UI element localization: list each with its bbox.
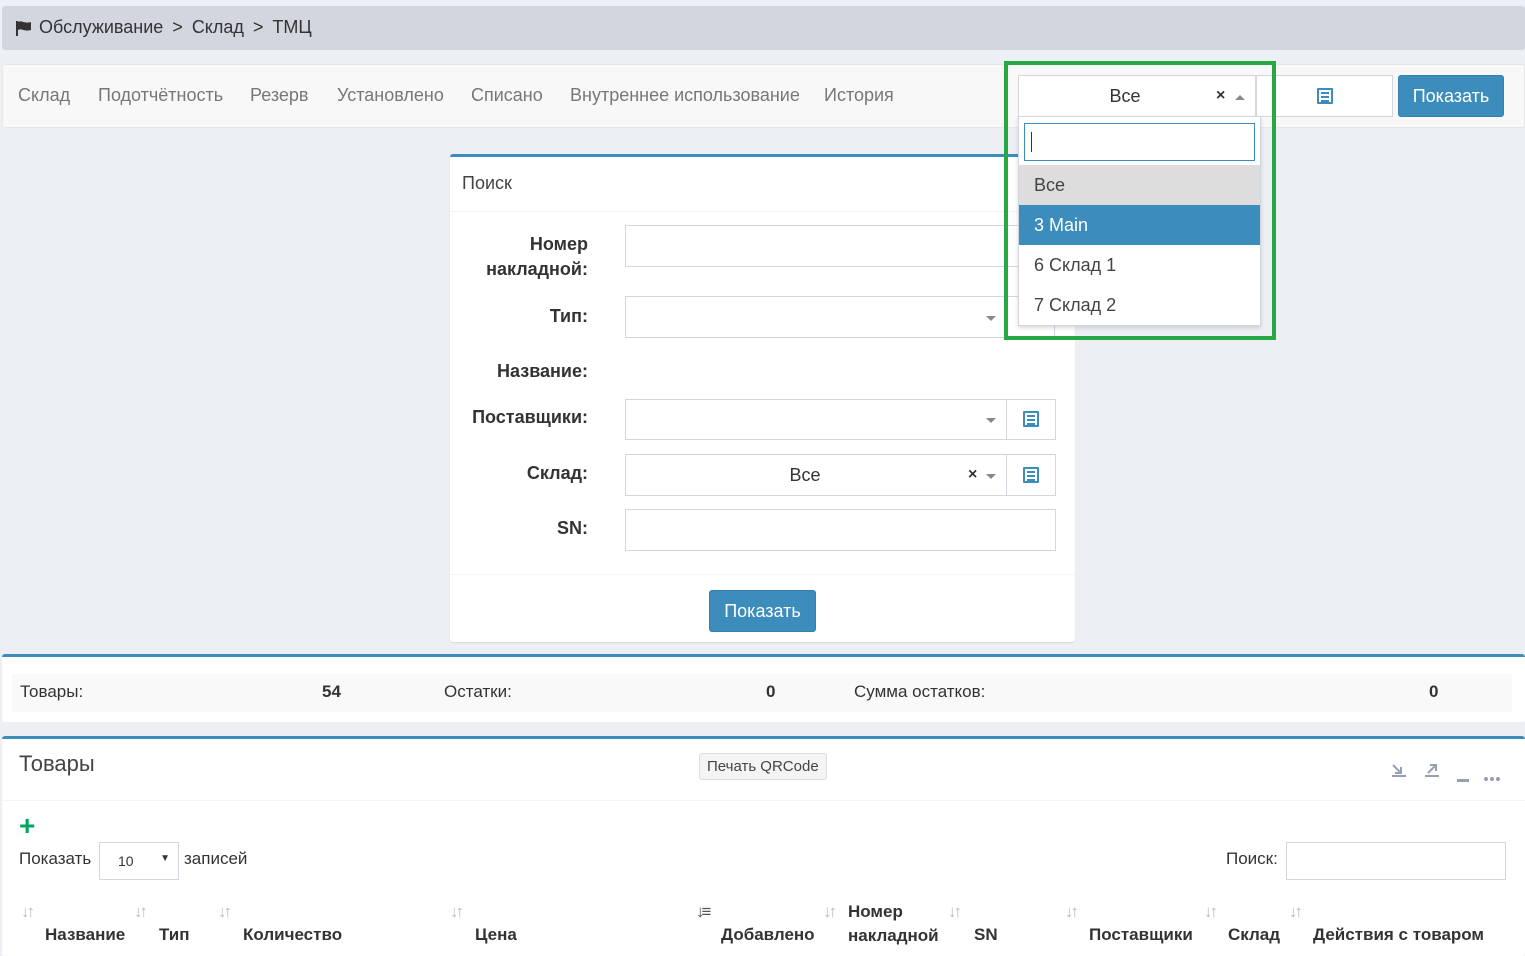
page-length-value: 10 — [118, 853, 134, 869]
column-header-suppliers[interactable]: Поставщики — [1089, 925, 1193, 945]
table-search-input[interactable] — [1286, 842, 1506, 880]
import-icon[interactable] — [1391, 763, 1407, 780]
tab-history[interactable]: История — [824, 85, 894, 106]
column-header-price[interactable]: Цена — [475, 925, 517, 945]
warehouse-label: Склад: — [526, 463, 588, 483]
breadcrumb: Обслуживание > Склад > ТМЦ — [2, 6, 1525, 50]
caret-down-icon: ▼ — [160, 853, 170, 864]
goods-label: Товары: — [20, 682, 84, 701]
clear-selection-icon[interactable]: × — [1216, 87, 1225, 105]
add-item-icon[interactable]: + — [19, 812, 35, 840]
sort-icon[interactable]: ↓↑ — [450, 902, 464, 922]
list-icon — [1317, 88, 1333, 104]
column-header-actions[interactable]: Действия с товаром — [1313, 925, 1484, 945]
table-search-label: Поиск: — [1226, 849, 1278, 868]
sort-icon[interactable]: ↓↑ — [1065, 902, 1079, 922]
breadcrumb-separator: > — [252, 17, 264, 37]
sn-label: SN: — [557, 518, 588, 538]
breadcrumb-item-warehouse[interactable]: Склад — [192, 17, 244, 38]
column-header-name[interactable]: Название — [45, 925, 125, 945]
type-label: Тип: — [549, 306, 588, 326]
top-warehouse-list-button[interactable] — [1256, 75, 1393, 117]
dropdown-option-main[interactable]: 3 Main — [1019, 205, 1260, 245]
sort-icon[interactable]: ↓↑ — [948, 902, 962, 922]
sn-input[interactable] — [625, 509, 1056, 551]
column-header-sn[interactable]: SN — [974, 925, 998, 945]
type-select[interactable] — [625, 296, 1055, 338]
sort-icon[interactable]: ↓↑ — [21, 902, 35, 922]
column-header-warehouse[interactable]: Склад — [1228, 925, 1280, 945]
dropdown-option-warehouse-2[interactable]: 7 Склад 2 — [1019, 285, 1260, 325]
top-show-button[interactable]: Показать — [1398, 75, 1504, 117]
products-title: Товары — [19, 751, 95, 776]
dropdown-option-all[interactable]: Все — [1019, 165, 1260, 205]
sort-icon[interactable]: ↓↑ — [1289, 902, 1303, 922]
records-label: записей — [184, 849, 248, 868]
collapse-icon[interactable] — [1457, 769, 1469, 785]
caret-down-icon — [986, 418, 996, 423]
more-icon[interactable] — [1484, 768, 1500, 784]
suppliers-label: Поставщики: — [472, 407, 588, 427]
column-header-quantity[interactable]: Количество — [243, 925, 342, 945]
sum-remains-label: Сумма остатков: — [854, 682, 986, 701]
tab-installed[interactable]: Установлено — [337, 85, 444, 106]
top-warehouse-value: Все — [1109, 86, 1141, 106]
dropdown-option-warehouse-1[interactable]: 6 Склад 1 — [1019, 245, 1260, 285]
column-header-added[interactable]: Добавлено — [721, 925, 815, 945]
clear-selection-icon[interactable]: × — [968, 466, 977, 484]
breadcrumb-item-tmc: ТМЦ — [272, 17, 312, 37]
list-icon — [1023, 467, 1039, 483]
caret-down-icon — [986, 316, 996, 321]
dropdown-search-input[interactable] — [1024, 123, 1255, 161]
products-panel: Товары Печать QRCode + Показать 10 ▼ зап… — [2, 736, 1525, 956]
invoice-number-label: Номер накладной: — [486, 234, 588, 279]
sort-icon[interactable]: ↓↑ — [218, 902, 232, 922]
suppliers-select[interactable] — [625, 399, 1007, 440]
warehouse-list-button[interactable] — [1006, 454, 1056, 496]
export-icon[interactable] — [1424, 763, 1440, 780]
suppliers-list-button[interactable] — [1006, 399, 1056, 440]
list-icon — [1023, 411, 1039, 427]
warehouse-dropdown: Все 3 Main 6 Склад 1 7 Склад 2 — [1018, 116, 1261, 326]
search-show-button[interactable]: Показать — [709, 590, 816, 632]
caret-down-icon — [986, 474, 996, 479]
flag-icon — [16, 20, 31, 36]
breadcrumb-item-service[interactable]: Обслуживание — [39, 17, 163, 38]
sort-desc-icon[interactable]: ↓≡ — [696, 902, 712, 922]
tab-written-off[interactable]: Списано — [471, 85, 543, 106]
show-entries-label: Показать — [19, 849, 92, 868]
remains-value: 0 — [766, 682, 776, 701]
tab-reserve[interactable]: Резерв — [250, 85, 308, 106]
search-panel: Поиск Номер накладной: Тип: Название: По… — [450, 154, 1075, 642]
name-label: Название: — [497, 361, 588, 381]
tab-accountability[interactable]: Подотчётность — [98, 85, 223, 106]
warehouse-select[interactable]: Все × — [625, 454, 1007, 496]
breadcrumb-separator: > — [172, 17, 183, 37]
search-panel-title: Поиск — [462, 173, 512, 193]
tab-internal-use[interactable]: Внутреннее использование — [570, 85, 800, 106]
top-warehouse-select[interactable]: Все × — [1018, 75, 1256, 117]
sort-icon[interactable]: ↓↑ — [1204, 902, 1218, 922]
remains-label: Остатки: — [444, 682, 512, 701]
goods-value: 54 — [322, 682, 341, 701]
caret-up-icon — [1235, 95, 1245, 100]
sum-remains-value: 0 — [1429, 682, 1439, 701]
column-header-type[interactable]: Тип — [159, 925, 189, 945]
invoice-number-input[interactable] — [625, 225, 1055, 267]
print-qrcode-button[interactable]: Печать QRCode — [699, 753, 827, 780]
tab-warehouse[interactable]: Склад — [18, 85, 70, 106]
sort-icon[interactable]: ↓↑ — [823, 902, 837, 922]
warehouse-select-value: Все — [789, 465, 821, 485]
page-length-select[interactable]: 10 ▼ — [99, 842, 179, 880]
column-header-invoice-number[interactable]: Номер накладной — [848, 900, 939, 948]
stats-panel: Товары: 54 Остатки: 0 Сумма остатков: 0 — [2, 654, 1525, 722]
sort-icon[interactable]: ↓↑ — [134, 902, 148, 922]
